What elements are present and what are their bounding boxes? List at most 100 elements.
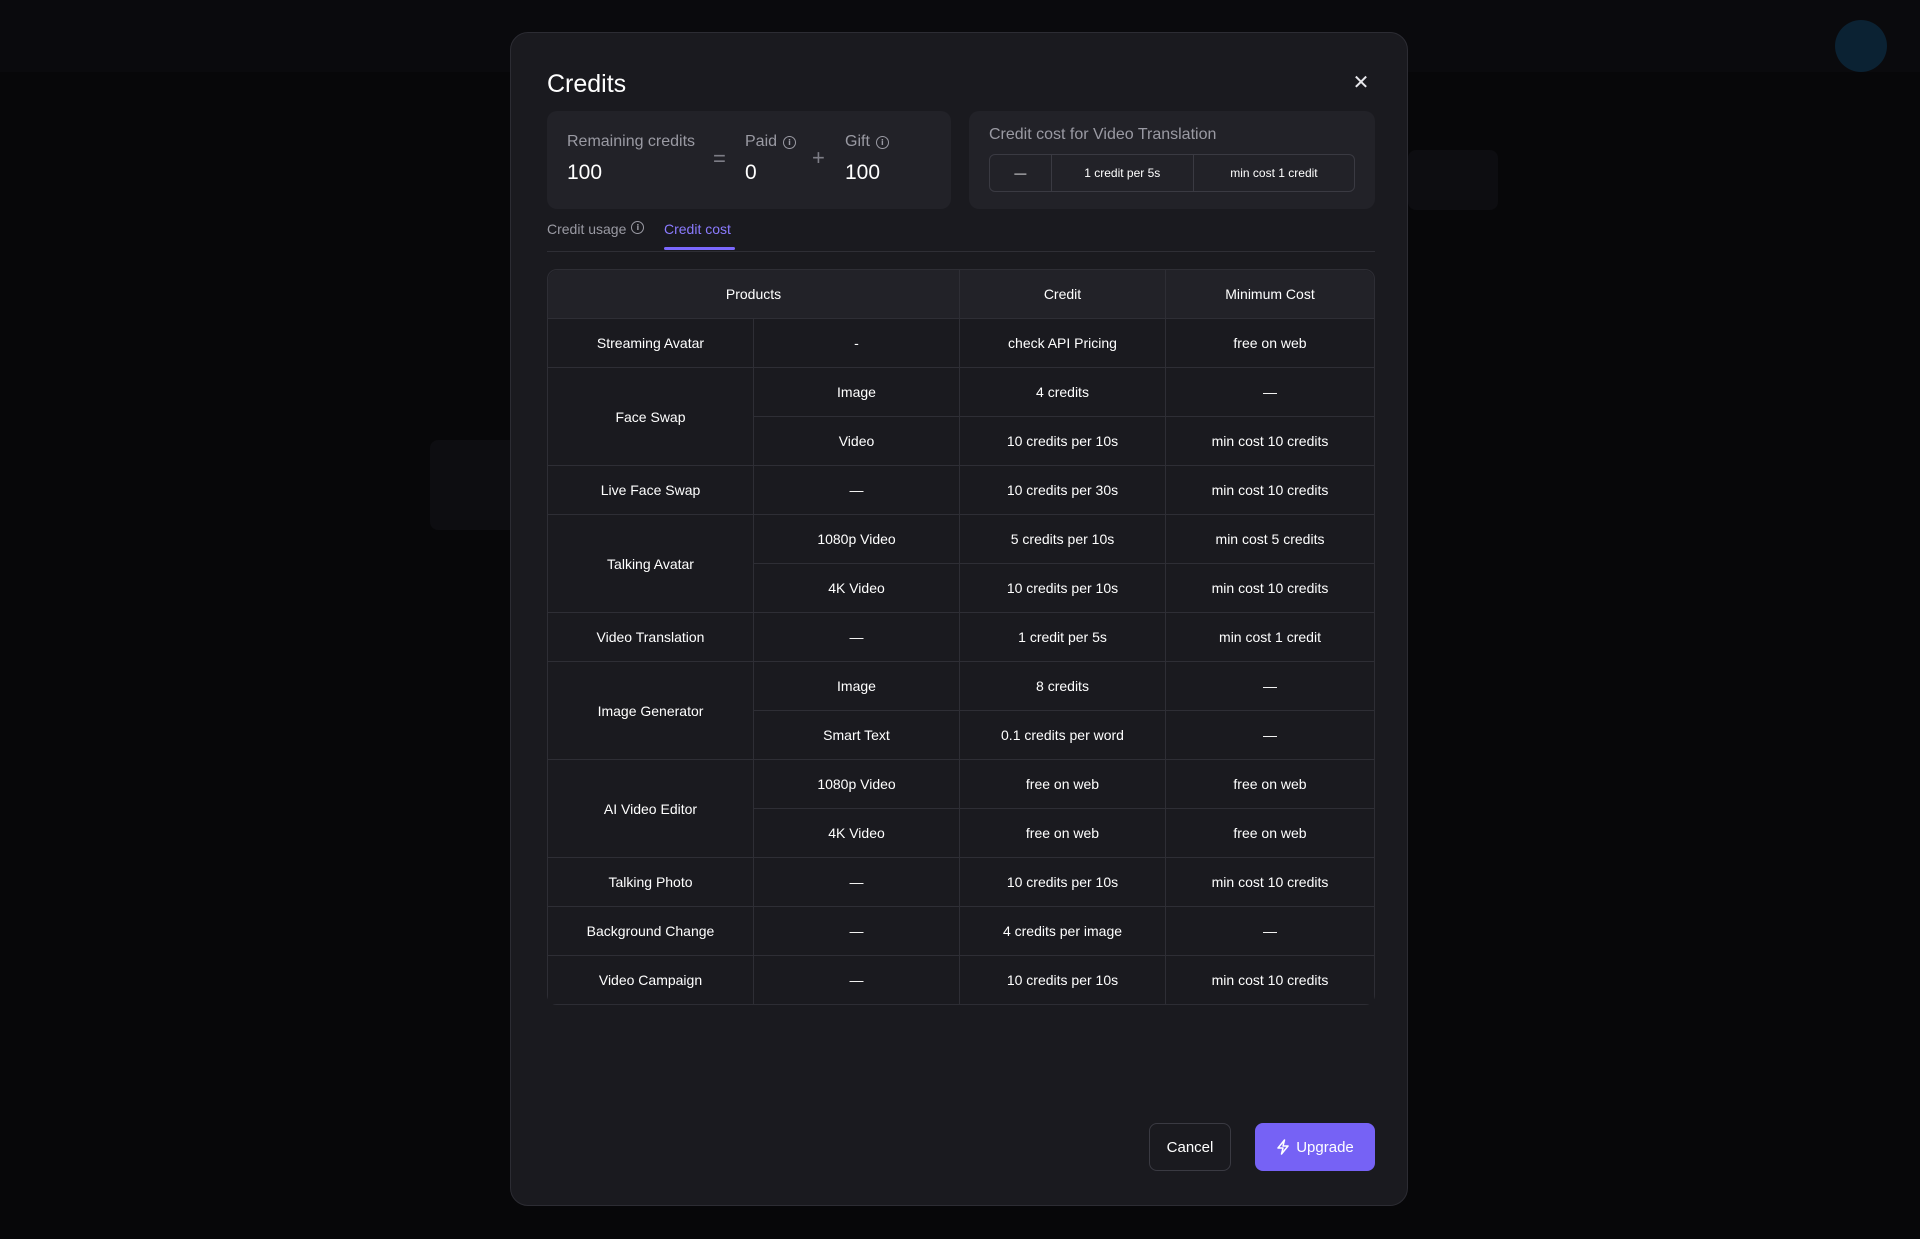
- table-header-row: Products Credit Minimum Cost: [548, 270, 1374, 319]
- info-icon[interactable]: i: [783, 135, 797, 149]
- paid-label: Paid i: [745, 133, 797, 151]
- plus-sign: +: [812, 145, 825, 170]
- variant-cell: —: [754, 907, 960, 956]
- variant-cell: —: [754, 956, 960, 1004]
- min-cost-cell: free on web: [1166, 809, 1374, 858]
- modal-title: Credits: [547, 70, 627, 98]
- credit-cell: 8 credits: [960, 662, 1166, 711]
- info-icon[interactable]: i: [875, 135, 889, 149]
- segment-min-cost: min cost 1 credit: [1230, 166, 1318, 180]
- variant-cell: 1080p Video: [754, 760, 960, 809]
- variant-cell: 4K Video: [754, 564, 960, 613]
- variant-cell: 4K Video: [754, 809, 960, 858]
- close-icon: ✕: [1352, 71, 1370, 94]
- gift-value: 100: [845, 161, 881, 184]
- table-row: Video Translation —1 credit per 5s min cos…: [548, 613, 1374, 662]
- min-cost-cell: min cost 10 credits: [1166, 466, 1374, 515]
- table-row: Video Campaign —10 credits per 10s min cos…: [548, 956, 1374, 1004]
- video-translation-cost-card: Credit cost for Video Translation — 1 cr…: [969, 111, 1375, 209]
- header-credit: Credit: [960, 270, 1166, 319]
- credits-modal: Credits ✕ Remaining credits 100 = Paid i…: [510, 32, 1408, 1206]
- variant-cell: Smart Text: [754, 711, 960, 760]
- min-cost-cell: min cost 10 credits: [1166, 956, 1374, 1004]
- upgrade-button[interactable]: Upgrade: [1255, 1123, 1375, 1171]
- close-button[interactable]: ✕: [1346, 67, 1376, 97]
- product-name-cell: Talking Photo: [548, 858, 754, 907]
- product-name-cell: Talking Avatar: [548, 515, 754, 613]
- header-products: Products: [548, 270, 960, 319]
- variant-cell: —: [754, 613, 960, 662]
- info-icon: i: [631, 221, 645, 234]
- variant-cell: -: [754, 319, 960, 368]
- table-row: Streaming Avatar - check API Pricing free o…: [548, 319, 1374, 368]
- variant-cell: 1080p Video: [754, 515, 960, 564]
- min-cost-cell: min cost 5 credits: [1166, 515, 1374, 564]
- active-tab-indicator: [664, 247, 735, 250]
- product-name-cell: Image Generator: [548, 662, 754, 760]
- variant-cell: —: [754, 858, 960, 907]
- table-row: Background Change —4 credits per image —: [548, 907, 1374, 956]
- credit-cell: 0.1 credits per word: [960, 711, 1166, 760]
- video-translation-cost-segments: — 1 credit per 5s min cost 1 credit: [989, 154, 1355, 192]
- credit-cell: 1 credit per 5s: [960, 613, 1166, 662]
- table-scroll-fade: [547, 1003, 1375, 1041]
- product-name-cell: Face Swap: [548, 368, 754, 466]
- credit-cell: 4 credits: [960, 368, 1166, 417]
- credit-cell: free on web: [960, 760, 1166, 809]
- credit-cost-table-container[interactable]: Products Credit Minimum Cost Streaming A…: [547, 269, 1375, 1041]
- header-minimum-cost: Minimum Cost: [1166, 270, 1374, 319]
- product-name-cell: Video Campaign: [548, 956, 754, 1004]
- min-cost-cell: min cost 10 credits: [1166, 564, 1374, 613]
- credit-tabs: Credit usage i Credit cost: [547, 221, 1375, 252]
- cancel-button[interactable]: Cancel: [1149, 1123, 1231, 1171]
- variant-cell: Image: [754, 368, 960, 417]
- credit-cell: 10 credits per 10s: [960, 858, 1166, 907]
- credit-cost-table: Products Credit Minimum Cost Streaming A…: [547, 269, 1375, 1005]
- variant-cell: Image: [754, 662, 960, 711]
- background-avatar: [1835, 20, 1887, 72]
- credit-cell: 5 credits per 10s: [960, 515, 1166, 564]
- credit-cell: check API Pricing: [960, 319, 1166, 368]
- product-name-cell: Background Change: [548, 907, 754, 956]
- variant-cell: —: [754, 466, 960, 515]
- product-name-cell: Streaming Avatar: [548, 319, 754, 368]
- credit-cell: 10 credits per 30s: [960, 466, 1166, 515]
- video-translation-cost-title: Credit cost for Video Translation: [989, 126, 1217, 143]
- paid-value: 0: [745, 161, 757, 184]
- table-row: Live Face Swap —10 credits per 30s min cos…: [548, 466, 1374, 515]
- min-cost-cell: free on web: [1166, 760, 1374, 809]
- credit-summary-card: Remaining credits 100 = Paid i 0 + Gift …: [547, 111, 951, 209]
- credit-cell: 10 credits per 10s: [960, 564, 1166, 613]
- credit-cell: 10 credits per 10s: [960, 956, 1166, 1004]
- min-cost-cell: min cost 10 credits: [1166, 858, 1374, 907]
- table-row: Face Swap Image 4 credits —: [548, 368, 1374, 466]
- gift-label: Gift i: [845, 133, 889, 151]
- min-cost-cell: min cost 1 credit: [1166, 613, 1374, 662]
- product-name-cell: AI Video Editor: [548, 760, 754, 858]
- min-cost-cell: —: [1166, 711, 1374, 760]
- tab-credit-cost[interactable]: Credit cost: [664, 221, 731, 250]
- min-cost-cell: —: [1166, 907, 1374, 956]
- table-row: Image Generator Image 8 credits —: [548, 662, 1374, 760]
- credit-cell: free on web: [960, 809, 1166, 858]
- tab-credit-usage[interactable]: Credit usage i: [547, 221, 645, 250]
- product-name-cell: Live Face Swap: [548, 466, 754, 515]
- segment-variant: —: [990, 155, 1052, 191]
- upgrade-label: Upgrade: [1296, 1138, 1354, 1156]
- min-cost-cell: free on web: [1166, 319, 1374, 368]
- credit-cell: 10 credits per 10s: [960, 417, 1166, 466]
- segment-credit: 1 credit per 5s: [1052, 155, 1194, 191]
- remaining-credits-label: Remaining credits: [567, 133, 696, 150]
- table-row: Talking Avatar 1080p Video 5 credits per 1…: [548, 515, 1374, 613]
- min-cost-cell: min cost 10 credits: [1166, 417, 1374, 466]
- remaining-credits-value: 100: [567, 161, 603, 184]
- equals-sign: =: [713, 146, 726, 171]
- background-panel: [1408, 150, 1498, 210]
- min-cost-cell: —: [1166, 368, 1374, 417]
- product-name-cell: Video Translation: [548, 613, 754, 662]
- variant-cell: Video: [754, 417, 960, 466]
- table-row: AI Video Editor 1080p Video free on web fre…: [548, 760, 1374, 858]
- table-row: Talking Photo —10 credits per 10s min cost…: [548, 858, 1374, 907]
- min-cost-cell: —: [1166, 662, 1374, 711]
- lightning-icon: [1277, 1139, 1289, 1155]
